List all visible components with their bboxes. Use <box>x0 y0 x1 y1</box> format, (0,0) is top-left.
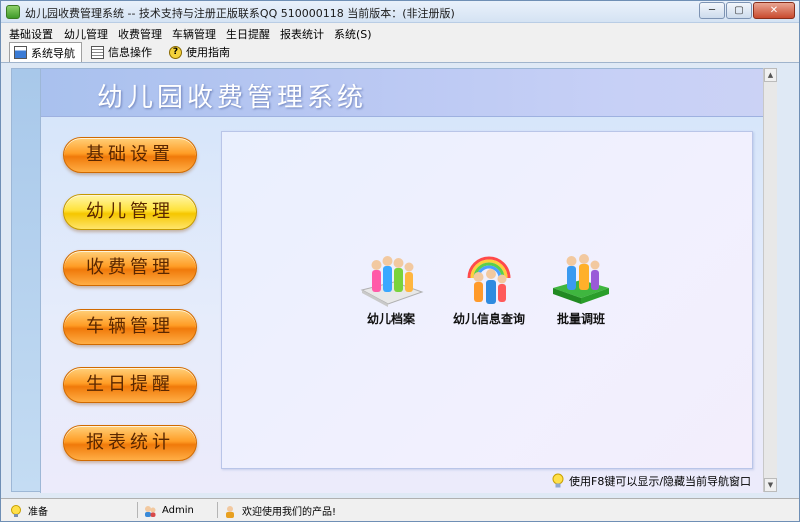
window-title: 幼儿园收费管理系统 -- 技术支持与注册正版联系QQ 510000118 当前版… <box>25 7 455 20</box>
child-info-query-icon <box>467 256 511 304</box>
left-strip <box>12 69 40 491</box>
tab-system-navigation[interactable]: 系统导航 <box>9 42 82 62</box>
status-separator <box>217 502 218 518</box>
child-info-query-item[interactable]: 幼儿信息查询 <box>444 252 534 327</box>
app-window: 幼儿园收费管理系统 -- 技术支持与注册正版联系QQ 510000118 当前版… <box>0 0 800 522</box>
header-band: 幼儿园收费管理系统 <box>41 69 765 117</box>
menu-fee-management[interactable]: 收费管理 <box>118 26 162 42</box>
user-icon <box>145 505 156 517</box>
menu-child-management[interactable]: 幼儿管理 <box>64 26 108 42</box>
child-records-icon <box>360 256 424 307</box>
child-records-item[interactable]: 幼儿档案 <box>346 252 436 327</box>
navigation-panel: 幼儿园收费管理系统 基础设置 幼儿管理 收费管理 车辆管理 生日提醒 报表统计 <box>40 69 765 493</box>
batch-class-transfer-label: 批量调班 <box>556 312 605 326</box>
vertical-scrollbar[interactable]: ▲ ▼ <box>763 68 777 492</box>
window-controls: ─ ▢ ✕ <box>699 2 795 19</box>
nav-report-statistics-button[interactable]: 报表统计 <box>63 425 197 461</box>
tab-label: 系统导航 <box>31 46 75 60</box>
title-bar: 幼儿园收费管理系统 -- 技术支持与注册正版联系QQ 510000118 当前版… <box>1 1 799 23</box>
batch-class-transfer-item[interactable]: 批量调班 <box>536 252 626 327</box>
tab-label: 使用指南 <box>186 46 230 59</box>
child-info-query-label: 幼儿信息查询 <box>452 312 525 326</box>
document-icon <box>91 45 104 59</box>
status-user-text: Admin <box>162 505 194 516</box>
status-ready: 准备 <box>9 502 48 519</box>
scroll-up-arrow-icon[interactable]: ▲ <box>764 68 777 82</box>
child-records-label: 幼儿档案 <box>366 312 415 326</box>
close-button[interactable]: ✕ <box>753 2 795 19</box>
maximize-button[interactable]: ▢ <box>726 2 752 19</box>
menu-basic-settings[interactable]: 基础设置 <box>9 26 53 42</box>
help-icon: ? <box>169 45 182 59</box>
tab-label: 信息操作 <box>108 46 152 59</box>
welcome-icon <box>226 505 234 518</box>
hint-text: 使用F8键可以显示/隐藏当前导航窗口 <box>569 475 752 488</box>
menu-bar: 基础设置 幼儿管理 收费管理 车辆管理 生日提醒 报表统计 系统(S) <box>1 23 799 41</box>
app-icon <box>6 5 20 19</box>
nav-vehicle-management-button[interactable]: 车辆管理 <box>63 309 197 345</box>
page-title: 幼儿园收费管理系统 <box>97 83 368 113</box>
nav-child-management-button[interactable]: 幼儿管理 <box>63 194 197 230</box>
status-bulb-icon <box>11 504 21 517</box>
tab-info-operation[interactable]: 信息操作 <box>87 42 158 62</box>
minimize-button[interactable]: ─ <box>699 2 725 19</box>
scroll-down-arrow-icon[interactable]: ▼ <box>764 478 777 492</box>
toolbar: 系统导航 信息操作 ? 使用指南 <box>1 41 799 63</box>
batch-class-transfer-icon <box>553 254 609 304</box>
content-area: 幼儿园收费管理系统 基础设置 幼儿管理 收费管理 车辆管理 生日提醒 报表统计 <box>11 68 777 493</box>
menu-system[interactable]: 系统(S) <box>334 26 372 42</box>
nav-birthday-reminder-button[interactable]: 生日提醒 <box>63 367 197 403</box>
lightbulb-icon <box>552 473 564 488</box>
status-message: 欢迎使用我们的产品! <box>223 502 336 519</box>
status-user: Admin <box>143 502 194 519</box>
menu-report-statistics[interactable]: 报表统计 <box>280 26 324 42</box>
function-area: 幼儿档案 幼儿信息查询 批量调班 <box>221 131 753 469</box>
f8-hint: 使用F8键可以显示/隐藏当前导航窗口 <box>551 473 751 489</box>
tab-user-guide[interactable]: ? 使用指南 <box>165 42 236 62</box>
menu-vehicle-management[interactable]: 车辆管理 <box>172 26 216 42</box>
nav-basic-settings-button[interactable]: 基础设置 <box>63 137 197 173</box>
navigation-window-icon <box>14 46 27 59</box>
nav-fee-management-button[interactable]: 收费管理 <box>63 250 197 286</box>
status-separator <box>137 502 138 518</box>
status-ready-text: 准备 <box>28 507 48 518</box>
menu-birthday-reminder[interactable]: 生日提醒 <box>226 26 270 42</box>
status-message-text: 欢迎使用我们的产品! <box>242 507 337 518</box>
status-bar: 准备 Admin 欢迎使用我们的产品! <box>1 498 799 521</box>
